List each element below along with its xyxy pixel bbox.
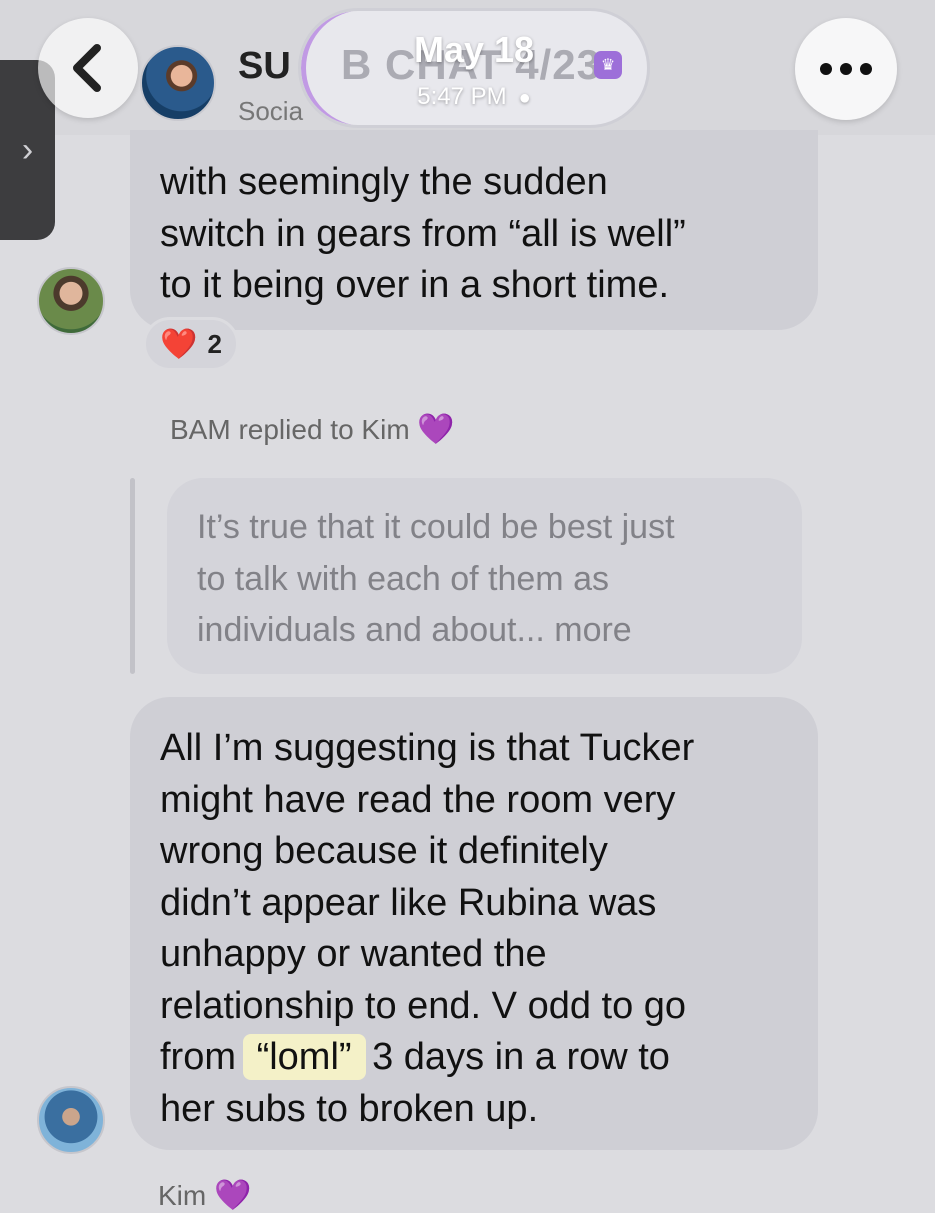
chat-title[interactable]: SU [238, 45, 291, 88]
person-icon: ● [518, 87, 531, 109]
chevron-left-icon [73, 44, 101, 92]
message-text-part: All I’m suggesting is that Tucker might … [160, 727, 695, 1078]
quoted-message[interactable]: It’s true that it could be best just to … [167, 478, 802, 674]
pill-date: May 18 [413, 29, 535, 70]
message-bubble[interactable]: with seemingly the sudden switch in gear… [130, 130, 818, 330]
timestamp-pill: B CHAT 4/23 ♛ May 18 5:47 PM ● [298, 8, 650, 128]
message-text: All I’m suggesting is that Tucker might … [160, 723, 788, 1135]
pill-time-row: 5:47 PM ● [301, 83, 647, 111]
back-button[interactable] [38, 18, 138, 118]
reply-indicator-bar [130, 478, 135, 674]
reaction-badge[interactable]: ❤️ 2 [143, 317, 239, 371]
chevron-right-icon: › [21, 130, 34, 169]
sender-avatar[interactable] [37, 1086, 105, 1154]
group-avatar[interactable] [140, 45, 216, 121]
chat-subtitle: Socia [238, 96, 304, 126]
purple-heart-icon: 💜 [417, 413, 455, 446]
ellipsis-icon [820, 63, 832, 75]
quoted-text: It’s true that it could be best just to … [197, 508, 675, 649]
pill-time: 5:47 PM [417, 83, 507, 110]
more-options-button[interactable] [795, 18, 897, 120]
reaction-count: 2 [207, 328, 222, 359]
highlighted-text[interactable]: “loml” [242, 1034, 366, 1080]
next-sender-name: Kim [158, 1180, 207, 1211]
message-bubble[interactable]: All I’m suggesting is that Tucker might … [130, 697, 818, 1150]
next-sender-label: Kim 💜 [158, 1178, 251, 1213]
reply-label: BAM replied to Kim 💜 [170, 412, 455, 447]
heart-icon: ❤️ [160, 327, 198, 361]
sender-avatar[interactable] [37, 267, 105, 335]
chat-header: › SU Socia B CHAT 4/23 ♛ May 18 5:47 PM ● [0, 0, 935, 240]
message-text: with seemingly the sudden switch in gear… [160, 161, 686, 306]
purple-heart-icon: 💜 [214, 1179, 252, 1212]
reply-label-text: BAM replied to Kim [170, 414, 410, 445]
